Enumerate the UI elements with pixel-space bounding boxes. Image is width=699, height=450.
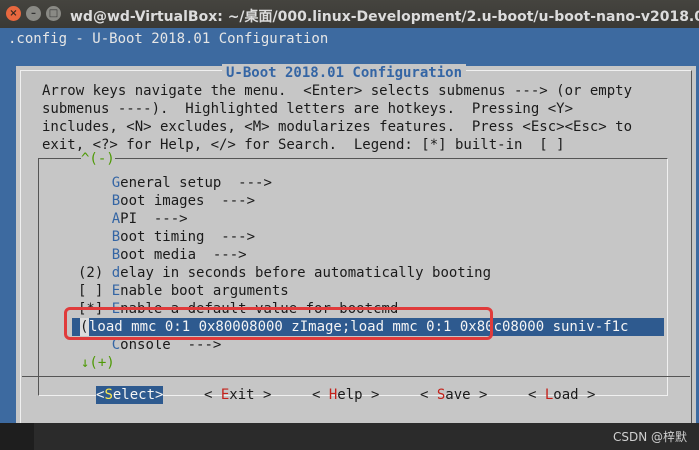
menu-item-boot-media[interactable]: Boot media ---> <box>78 246 247 264</box>
exit-button[interactable]: < Exit > <box>204 386 271 404</box>
help-button[interactable]: < Help > <box>312 386 379 404</box>
maximize-icon[interactable]: □ <box>46 6 61 21</box>
dialog-title: U-Boot 2018.01 Configuration <box>222 64 467 82</box>
help-line-2: submenus ----). Highlighted letters are … <box>42 101 574 117</box>
select-button[interactable]: <Select> <box>96 386 164 404</box>
scroll-up-indicator: ^(-) <box>81 150 115 168</box>
help-line-1: Arrow keys navigate the menu. <Enter> se… <box>42 83 633 99</box>
watermark: CSDN @梓默 <box>612 430 687 444</box>
minimize-icon[interactable]: – <box>26 6 41 21</box>
close-icon[interactable]: × <box>6 6 21 21</box>
menu-item-boot-timing[interactable]: Boot timing ---> <box>78 228 255 246</box>
bottom-left-corner <box>0 423 34 450</box>
window-title: wd@wd-VirtualBox: ~/桌面/000.linux-Develop… <box>70 9 699 25</box>
terminal-area[interactable]: .config - U-Boot 2018.01 Configuration U… <box>0 28 699 442</box>
menu-item-console[interactable]: Console ---> <box>78 336 222 354</box>
bootcmd-open-paren: ( <box>80 319 89 335</box>
save-button[interactable]: < Save > <box>420 386 487 404</box>
help-line-3: includes, <N> excludes, <M> modularizes … <box>42 119 633 135</box>
button-separator <box>22 376 690 377</box>
menu-item-default-bootcmd[interactable]: [*] Enable a default value for bootcmd <box>78 300 398 318</box>
config-dialog: U-Boot 2018.01 Configuration Arrow keys … <box>16 64 696 442</box>
menu-item-boot-delay[interactable]: (2) delay in seconds before automaticall… <box>78 264 491 282</box>
scroll-down-indicator: ↓(+) <box>81 354 115 372</box>
menu-item-general-setup[interactable]: General setup ---> <box>78 174 272 192</box>
help-line-4: exit, <?> for Help, </> for Search. Lege… <box>42 137 565 153</box>
menu-item-api[interactable]: API ---> <box>78 210 188 228</box>
bottom-bar <box>0 423 699 450</box>
window-titlebar: × – □ wd@wd-VirtualBox: ~/桌面/000.linux-D… <box>0 0 699 28</box>
load-button[interactable]: < Load > <box>528 386 595 404</box>
config-header: .config - U-Boot 2018.01 Configuration <box>8 31 329 47</box>
menu-item-boot-arguments[interactable]: [ ] Enable boot arguments <box>78 282 289 300</box>
menu-item-boot-images[interactable]: Boot images ---> <box>78 192 255 210</box>
bootcmd-value[interactable]: load mmc 0:1 0x80008000 zImage;load mmc … <box>89 318 628 336</box>
